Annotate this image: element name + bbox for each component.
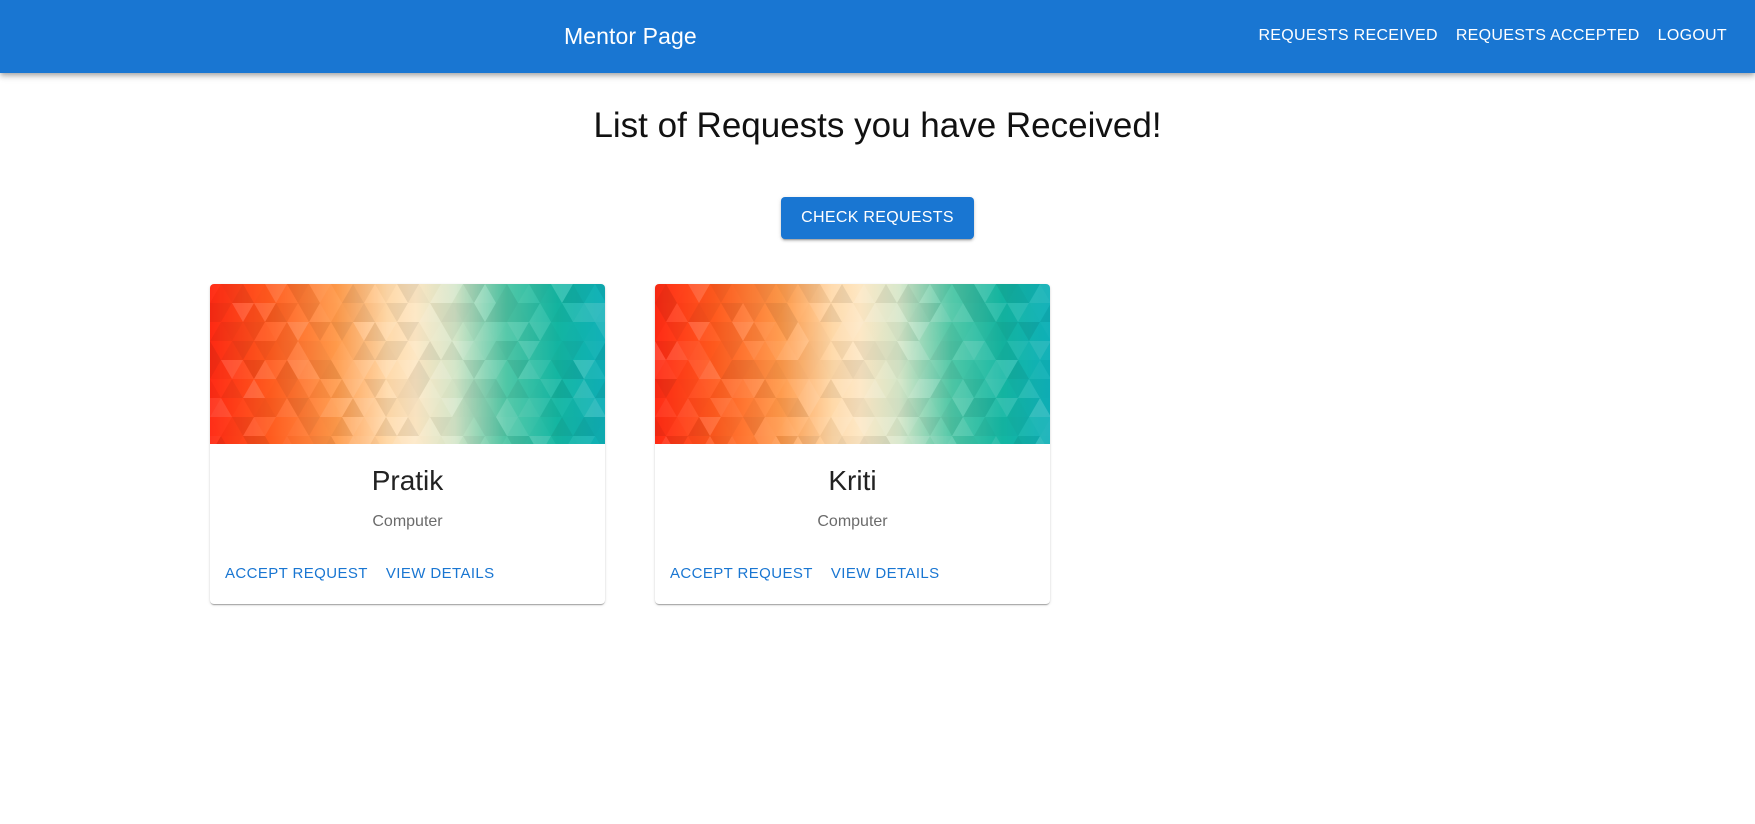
card-banner-image <box>655 284 1050 444</box>
app-title: Mentor Page <box>564 23 697 49</box>
card-name: Kriti <box>828 465 877 496</box>
view-details-button[interactable]: VIEW DETAILS <box>377 562 504 586</box>
card-actions: ACCEPT REQUEST VIEW DETAILS <box>661 562 949 586</box>
triangle-pattern <box>655 284 1050 444</box>
card-actions: ACCEPT REQUEST VIEW DETAILS <box>216 562 504 586</box>
card-name: Pratik <box>371 465 444 496</box>
card-department: Computer <box>817 513 888 530</box>
nav-requests-received[interactable]: REQUESTS RECEIVED <box>1249 22 1446 50</box>
accept-request-button[interactable]: ACCEPT REQUEST <box>216 562 377 586</box>
view-details-button[interactable]: VIEW DETAILS <box>822 562 949 586</box>
card-banner-image <box>210 284 605 444</box>
check-requests-button[interactable]: CHECK REQUESTS <box>781 197 974 239</box>
page-title: List of Requests you have Received! <box>593 106 1162 145</box>
request-card: Pratik Computer ACCEPT REQUEST VIEW DETA… <box>210 284 605 604</box>
accept-request-button[interactable]: ACCEPT REQUEST <box>661 562 822 586</box>
nav-logout[interactable]: LOGOUT <box>1649 22 1736 50</box>
card-department: Computer <box>372 513 443 530</box>
nav-requests-accepted[interactable]: REQUESTS ACCEPTED <box>1447 22 1649 50</box>
request-card: Kriti Computer ACCEPT REQUEST VIEW DETAI… <box>655 284 1050 604</box>
app-bar: Mentor Page REQUESTS RECEIVED REQUESTS A… <box>0 0 1755 73</box>
top-nav: REQUESTS RECEIVED REQUESTS ACCEPTED LOGO… <box>1249 22 1736 50</box>
triangle-pattern <box>210 284 605 444</box>
